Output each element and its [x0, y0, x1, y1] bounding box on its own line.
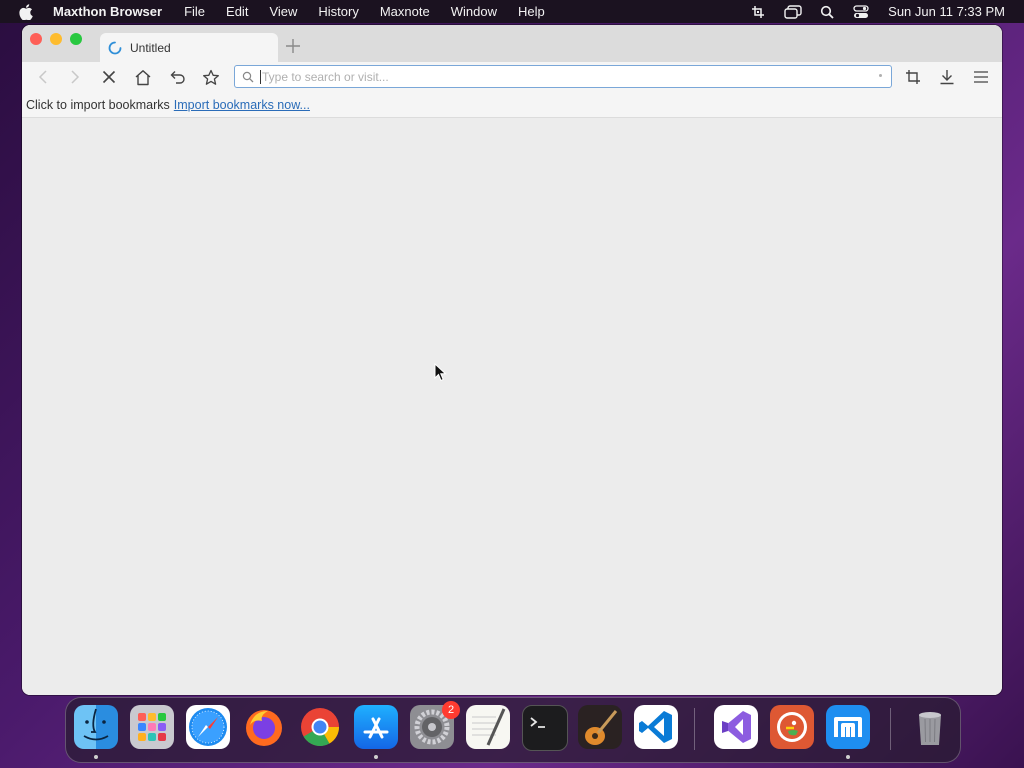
- menu-window[interactable]: Window: [451, 4, 497, 19]
- loading-spinner-icon: [108, 41, 122, 54]
- hamburger-menu-icon: [974, 71, 988, 83]
- undo-icon: [170, 71, 185, 84]
- crop-icon: [906, 70, 920, 84]
- close-window-button[interactable]: [30, 33, 42, 45]
- app-menu[interactable]: Maxthon Browser: [53, 4, 162, 19]
- system-preferences-badge: 2: [442, 701, 460, 719]
- forward-button[interactable]: [66, 68, 84, 86]
- main-menu-button[interactable]: [972, 68, 990, 86]
- download-icon: [940, 70, 954, 85]
- screenshot-button[interactable]: [904, 68, 922, 86]
- menu-edit[interactable]: Edit: [226, 4, 248, 19]
- favorite-button[interactable]: [202, 68, 220, 86]
- home-icon: [135, 69, 151, 85]
- menu-bar: Maxthon Browser File Edit View History M…: [0, 0, 1024, 23]
- dock-separator: [694, 708, 695, 750]
- menu-file[interactable]: File: [184, 4, 205, 19]
- address-input[interactable]: [260, 69, 862, 84]
- chrome-icon[interactable]: [298, 705, 342, 749]
- new-tab-button[interactable]: [284, 37, 302, 55]
- safari-icon[interactable]: [186, 705, 230, 749]
- browser-window: Untitled Type to search or visit... Clic…: [22, 25, 1002, 695]
- star-icon: [203, 69, 219, 85]
- back-button[interactable]: [34, 68, 52, 86]
- finder-running-indicator: [94, 755, 98, 759]
- dock-separator: [890, 708, 891, 750]
- tab-title: Untitled: [130, 40, 171, 55]
- address-bar[interactable]: [234, 65, 892, 88]
- home-button[interactable]: [134, 68, 152, 86]
- import-bookmarks-link[interactable]: Import bookmarks now...: [174, 98, 310, 112]
- finder-icon[interactable]: [74, 705, 118, 749]
- screen-mirroring-icon[interactable]: [784, 4, 802, 19]
- chevron-left-icon: [38, 70, 47, 84]
- minimize-window-button[interactable]: [50, 33, 62, 45]
- stop-loading-button[interactable]: [100, 68, 118, 86]
- vscode-icon[interactable]: [634, 705, 678, 749]
- close-icon: [102, 70, 116, 84]
- app-store-icon[interactable]: [354, 705, 398, 749]
- page-content-area[interactable]: [22, 118, 1002, 695]
- title-bar: Untitled: [22, 25, 1002, 62]
- tab-untitled[interactable]: Untitled: [100, 33, 278, 62]
- textedit-icon[interactable]: [466, 705, 510, 749]
- dock: 2: [65, 697, 961, 763]
- bookmarks-bar: Click to import bookmarks Import bookmar…: [22, 92, 1002, 118]
- downloads-button[interactable]: [938, 68, 956, 86]
- launchpad-icon[interactable]: [130, 705, 174, 749]
- menu-maxnote[interactable]: Maxnote: [380, 4, 430, 19]
- screenshot-crop-icon[interactable]: [750, 5, 768, 19]
- menu-bar-clock[interactable]: Sun Jun 11 7:33 PM: [888, 4, 1005, 19]
- zoom-window-button[interactable]: [70, 33, 82, 45]
- search-icon: [242, 71, 254, 82]
- menu-help[interactable]: Help: [518, 4, 545, 19]
- maxthon-running-indicator: [846, 755, 850, 759]
- trash-icon[interactable]: [908, 705, 952, 749]
- terminal-icon[interactable]: [522, 705, 568, 751]
- app-store-running-indicator: [374, 755, 378, 759]
- address-bar-indicator-icon: [879, 74, 882, 77]
- spotlight-search-icon[interactable]: [818, 5, 836, 19]
- apple-menu-icon[interactable]: [19, 3, 33, 20]
- control-center-icon[interactable]: [852, 4, 870, 19]
- mouse-cursor-icon: [434, 363, 447, 382]
- maxthon-icon[interactable]: [826, 705, 870, 749]
- firefox-icon[interactable]: [242, 705, 286, 749]
- chevron-right-icon: [71, 70, 80, 84]
- import-bookmarks-prompt: Click to import bookmarks: [26, 97, 170, 112]
- menu-history[interactable]: History: [318, 4, 358, 19]
- menu-view[interactable]: View: [269, 4, 297, 19]
- undo-close-tab-button[interactable]: [168, 68, 186, 86]
- duckduckgo-icon[interactable]: [770, 705, 814, 749]
- navigation-toolbar: [22, 62, 1002, 92]
- visual-studio-icon[interactable]: [714, 705, 758, 749]
- garageband-icon[interactable]: [578, 705, 622, 749]
